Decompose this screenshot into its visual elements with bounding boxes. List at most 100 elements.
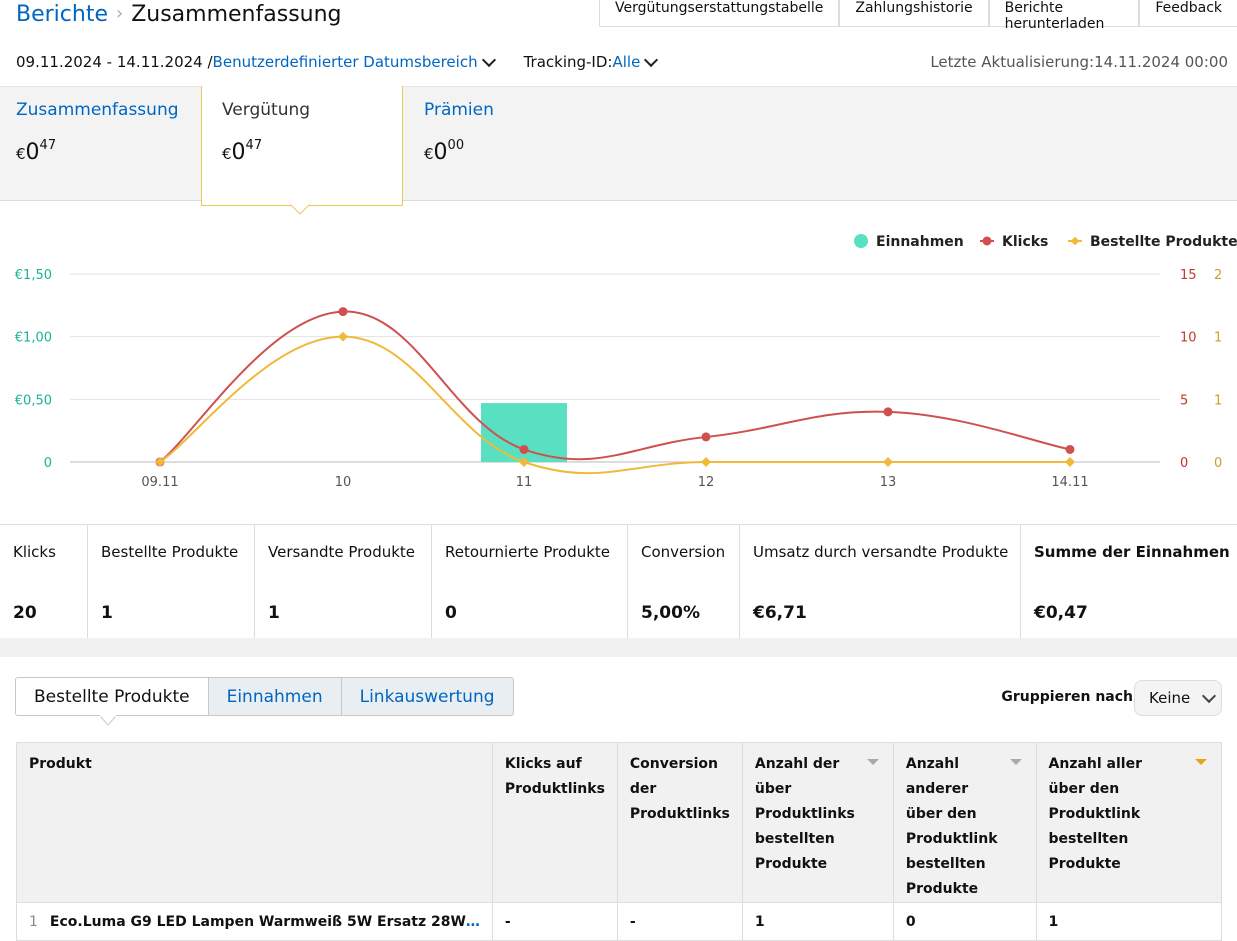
line-bestellte-produkte: [159, 335, 1070, 475]
y-tick-right-klicks: 10: [1180, 331, 1197, 346]
chevron-down-icon[interactable]: [481, 52, 496, 68]
point-klicks: [1065, 444, 1075, 454]
date-range-text: 09.11.2024 - 14.11.2024 /: [16, 53, 213, 71]
line-klicks: [159, 310, 1071, 463]
point-bestellte-produkte: [1065, 457, 1075, 467]
breadcrumb: Berichte › Zusammenfassung: [16, 2, 342, 27]
group-by-label: Gruppieren nach: [1001, 689, 1133, 705]
earnings-chart: Einnahmen Klicks Bestellte Produkte 0 €0,50…: [15, 234, 1237, 490]
metric-bestellte-produkte: Bestellte Produkte 1: [88, 525, 255, 638]
other-ordered-cell: 0: [892, 902, 1037, 941]
section-divider: [0, 638, 1237, 657]
y-tick-right-klicks: 0: [1180, 456, 1188, 471]
group-by-select[interactable]: Keine: [1134, 680, 1222, 716]
top-tabs: Vergütungserstattungstabelle Zahlungshis…: [599, 0, 1237, 32]
chevron-down-icon: [1202, 688, 1217, 704]
legend-label: Einnahmen: [876, 234, 964, 250]
y-axis-right-klicks: 0 5 10 15: [1180, 268, 1197, 471]
legend-klicks-icon: [982, 236, 992, 246]
summary-amount: €047: [222, 138, 263, 165]
x-tick-label: 09.11: [141, 475, 178, 490]
breadcrumb-parent-link[interactable]: Berichte: [16, 2, 108, 27]
ordered-cell: 1: [741, 902, 894, 941]
conversion-cell: -: [616, 902, 743, 941]
metric-umsatz: Umsatz durch versandte Produkte €6,71: [740, 525, 1021, 638]
x-axis: 09.11 10 11 12 13 14.11: [141, 475, 1088, 490]
summary-amount: €000: [424, 138, 465, 165]
column-header-conversion[interactable]: Conversion der Produktlinks: [616, 742, 743, 903]
y-tick-right-klicks: 5: [1180, 393, 1188, 408]
all-ordered-cell: 1: [1035, 902, 1223, 941]
tab-linkauswertung[interactable]: Linkauswertung: [340, 677, 514, 716]
sort-icon[interactable]: [1009, 759, 1022, 765]
column-header-anzahl-anderer[interactable]: Anzahl anderer über den Produktlink best…: [892, 742, 1037, 903]
y-tick-right-klicks: 15: [1180, 268, 1197, 283]
y-axis-left: 0 €0,50 €1,00 €1,50: [15, 268, 52, 471]
clicks-cell: -: [491, 902, 618, 941]
date-range-dropdown[interactable]: Benutzerdefinierter Datumsbereich: [213, 53, 478, 71]
metric-klicks: Klicks 20: [0, 525, 88, 638]
chart-legend: Einnahmen Klicks Bestellte Produkte: [854, 234, 1237, 250]
active-tab-pointer: [100, 715, 116, 726]
metric-conversion: Conversion 5,00%: [628, 525, 740, 638]
column-header-klicks[interactable]: Klicks auf Produktlinks: [491, 742, 618, 903]
column-header-anzahl-bestellt[interactable]: Anzahl der über Produktlinks bestellten …: [741, 742, 894, 903]
tab-berichte-herunterladen[interactable]: Berichte herunterladen: [988, 0, 1140, 32]
report-tabs: Bestellte Produkte Einnahmen Linkauswert…: [15, 677, 514, 716]
summary-amount: €047: [16, 138, 57, 165]
legend-einnahmen-icon: [854, 234, 868, 248]
sort-icon[interactable]: [866, 759, 879, 765]
table-row: 1 Eco.Luma G9 LED Lampen Warmweiß 5W Ersa…: [16, 902, 1223, 941]
product-link[interactable]: Eco.Luma G9 LED Lampen Warmweiß 5W Ersat…: [50, 914, 480, 930]
metric-summe-einnahmen: Summe der Einnahmen €0,47: [1034, 543, 1230, 623]
point-klicks: [519, 444, 529, 454]
last-update-text: Letzte Aktualisierung:14.11.2024 00:00: [930, 53, 1228, 71]
column-header-anzahl-aller[interactable]: Anzahl aller über den Produktlink bestel…: [1035, 742, 1223, 903]
filter-row: 09.11.2024 - 14.11.2024 / Benutzerdefini…: [16, 52, 662, 71]
legend-label: Klicks: [1002, 234, 1048, 250]
y-tick-left: 0: [44, 456, 52, 471]
y-tick-left: €1,00: [15, 331, 52, 346]
y-tick-right-bestellte: 2: [1214, 268, 1222, 283]
summary-tab-zusammenfassung[interactable]: Zusammenfassung €047: [0, 86, 201, 200]
summary-tab-verguetung[interactable]: Vergütung €047: [201, 86, 403, 206]
point-bestellte-produkte: [701, 457, 711, 467]
tracking-id-label: Tracking-ID:: [523, 53, 613, 71]
tab-einnahmen[interactable]: Einnahmen: [207, 677, 342, 716]
y-tick-left: €1,50: [15, 268, 52, 283]
x-tick-label: 12: [698, 475, 715, 490]
summary-tab-label: Vergütung: [222, 100, 311, 120]
legend-bestellte-icon: [1070, 236, 1080, 246]
chart-lines: [155, 307, 1075, 475]
y-tick-right-bestellte: 1: [1214, 331, 1222, 346]
tab-zahlungshistorie[interactable]: Zahlungshistorie: [839, 0, 989, 27]
legend-label: Bestellte Produkte: [1090, 234, 1237, 250]
y-axis-right-bestellte: 0 1 1 2: [1214, 268, 1222, 471]
point-bestellte-produkte: [338, 331, 348, 342]
point-klicks: [338, 307, 348, 317]
row-index: 1: [29, 913, 38, 930]
tab-verguetungstabelle[interactable]: Vergütungserstattungstabelle: [599, 0, 840, 27]
metrics-row: Klicks 20 Bestellte Produkte 1 Versandte P…: [0, 524, 1237, 639]
x-tick-label: 13: [880, 475, 897, 490]
sort-active-icon[interactable]: [1195, 759, 1207, 765]
metric-versandte-produkte: Versandte Produkte 1: [255, 525, 432, 638]
chevron-right-icon: ›: [116, 3, 124, 24]
tab-bestellte-produkte[interactable]: Bestellte Produkte: [15, 677, 209, 716]
chevron-down-icon[interactable]: [644, 52, 659, 68]
product-cell: 1 Eco.Luma G9 LED Lampen Warmweiß 5W Ersa…: [16, 902, 493, 941]
point-klicks: [883, 407, 893, 417]
metric-retournierte-produkte: Retournierte Produkte 0: [432, 525, 628, 638]
point-klicks: [701, 432, 711, 442]
group-by-value: Keine: [1149, 689, 1191, 707]
page-title: Zusammenfassung: [131, 2, 342, 27]
tracking-id-dropdown[interactable]: Alle: [612, 53, 640, 71]
summary-tab-label: Zusammenfassung: [16, 100, 179, 120]
y-tick-left: €0,50: [15, 393, 52, 408]
tab-feedback[interactable]: Feedback: [1139, 0, 1237, 27]
table-header-row: Produkt Klicks auf Produktlinks Conversi…: [16, 742, 1223, 903]
point-bestellte-produkte: [883, 457, 893, 467]
column-header-produkt[interactable]: Produkt: [16, 742, 493, 903]
summary-tab-praemien[interactable]: Prämien €000: [408, 86, 608, 200]
summary-tab-label: Prämien: [424, 100, 494, 120]
